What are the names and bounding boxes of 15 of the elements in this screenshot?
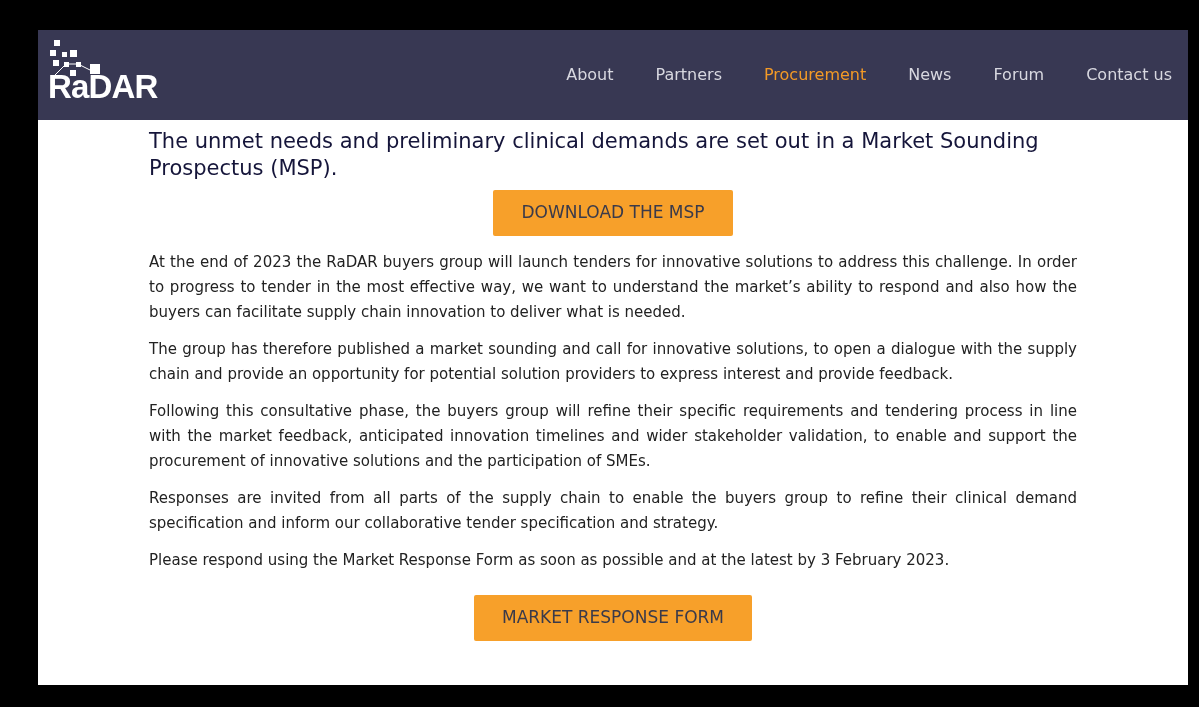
nav-link[interactable]: About: [566, 63, 614, 87]
body-paragraph: At the end of 2023 the RaDAR buyers group will launch tenders for innovative solutions to address this challenge. In order to progress to tender in the most effective way, we want to understand the market’s ability to respond and also how the buyers can facilitate supply chain innovation to deliver what is needed.: [149, 252, 1077, 323]
body-paragraph: Please respond using the Market Response Form as soon as possible and at the latest by 3 February 2023.: [149, 550, 951, 571]
body-paragraph: Responses are invited from all parts of the supply chain to enable the buyers group to refine their clinical demand specification and inform our collaborative tender specification and strategy.: [149, 488, 1077, 534]
download-button[interactable]: DOWNLOAD THE MSP: [493, 190, 733, 236]
body-paragraph: Following this consultative phase, the buyers group will refine their specific requirements and tendering process in line with the market feedback, anticipated innovation timelines and wider stakeholder validation, to enable and support the procurement of innovative solutions and the participation of SMEs.: [149, 401, 1077, 472]
response-form-button[interactable]: MARKET RESPONSE FORM: [473, 595, 753, 641]
body-paragraph: The group has therefore published a market sounding and call for innovative solutions, to open a dialogue with the supply chain and provide an opportunity for potential solution providers to express interest and provide feedback.: [149, 339, 1077, 385]
nav-link[interactable]: Forum: [993, 63, 1045, 87]
logo-text: RaDAR: [48, 70, 158, 103]
nav-link[interactable]: Procurement: [764, 63, 867, 87]
nav-link[interactable]: Contact us: [1086, 63, 1172, 87]
nav-link[interactable]: News: [908, 63, 952, 87]
page-heading: The unmet needs and preliminary clinical demands are set out in a Market Sounding Prospectus (MSP).: [149, 128, 1040, 182]
nav-link[interactable]: Partners: [655, 63, 722, 87]
